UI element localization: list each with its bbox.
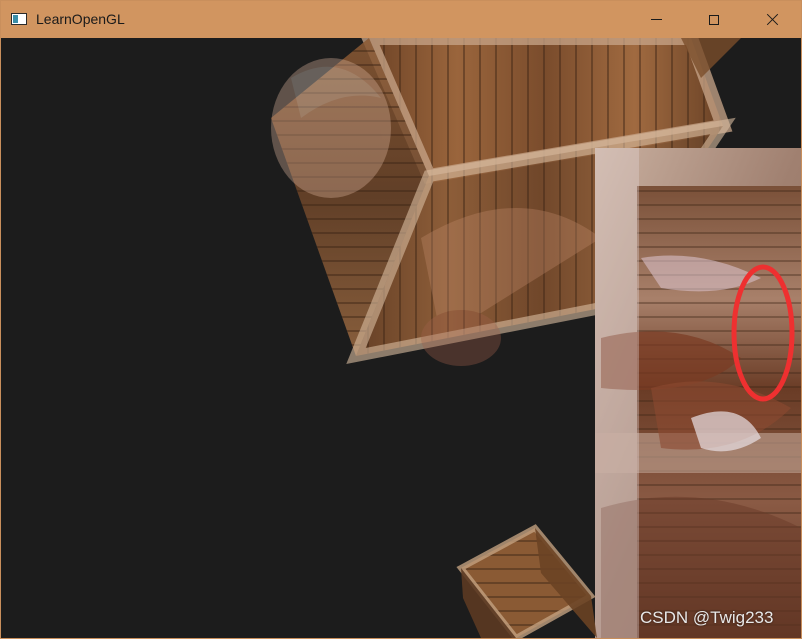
- opengl-render-viewport[interactable]: CSDN @Twig233: [1, 38, 801, 638]
- scene-canvas: [271, 38, 801, 638]
- csdn-watermark: CSDN @Twig233: [640, 608, 774, 627]
- maximize-icon: [709, 14, 719, 25]
- window-title: LearnOpenGL: [36, 11, 125, 27]
- wooden-crate-small-bottom: [456, 524, 597, 638]
- minimize-button[interactable]: [627, 1, 685, 38]
- minimize-icon: [650, 19, 662, 20]
- wooden-crate-large-foreground: [595, 148, 801, 638]
- close-button[interactable]: [743, 1, 801, 38]
- title-bar[interactable]: LearnOpenGL: [1, 1, 801, 38]
- app-window: LearnOpenGL CSDN @Twig233: [0, 0, 802, 639]
- opengl-window-icon[interactable]: [11, 13, 27, 25]
- maximize-button[interactable]: [685, 1, 743, 38]
- close-icon: [766, 13, 779, 26]
